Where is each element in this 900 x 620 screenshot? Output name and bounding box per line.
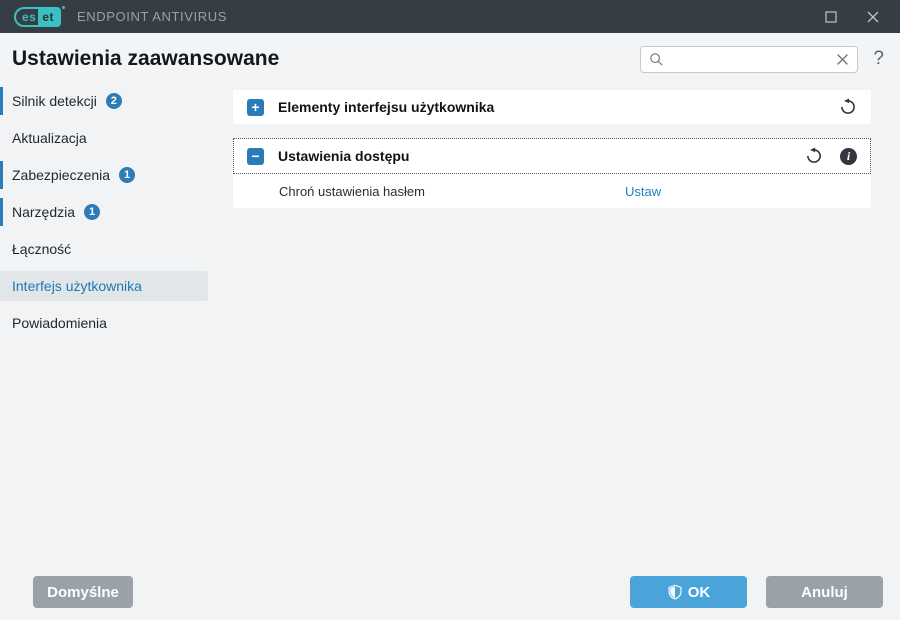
page-body: Silnik detekcji 2 Aktualizacja Zabezpiec… [0, 85, 900, 345]
sidebar-item-narzedzia[interactable]: Narzędzia 1 [0, 197, 208, 227]
sidebar-item-label: Silnik detekcji [12, 93, 97, 109]
defaults-button[interactable]: Domyślne [33, 576, 133, 608]
panel-ustawienia-dostepu: − Ustawienia dostępu i Chroń ustawienia … [233, 138, 871, 208]
setting-label: Chroń ustawienia hasłem [279, 183, 425, 199]
setting-row-password-protect: Chroń ustawienia hasłem Ustaw [233, 174, 871, 208]
sidebar: Silnik detekcji 2 Aktualizacja Zabezpiec… [0, 85, 233, 345]
close-icon [867, 11, 879, 22]
set-password-link[interactable]: Ustaw [625, 184, 661, 199]
sidebar-item-aktualizacja[interactable]: Aktualizacja [0, 123, 208, 153]
sidebar-item-label: Powiadomienia [12, 315, 107, 331]
notification-badge: 2 [105, 93, 122, 109]
ok-button-label: OK [687, 583, 711, 601]
info-icon[interactable]: i [840, 147, 857, 165]
titlebar: es et ENDPOINT ANTIVIRUS [0, 0, 900, 33]
defaults-button-label: Domyślne [47, 583, 119, 601]
eset-logo-et: et [38, 6, 62, 27]
panel-header-elementy-interfejsu[interactable]: + Elementy interfejsu użytkownika [233, 90, 871, 124]
revert-button[interactable] [839, 98, 857, 116]
panel-elementy-interfejsu: + Elementy interfejsu użytkownika [233, 90, 871, 124]
collapse-icon[interactable]: − [247, 147, 264, 165]
panel-title: Elementy interfejsu użytkownika [278, 99, 495, 115]
sidebar-item-label: Aktualizacja [12, 130, 87, 146]
eset-logo: es et [14, 5, 66, 27]
cancel-button-label: Anuluj [801, 583, 848, 601]
panel-actions [839, 98, 857, 116]
maximize-button[interactable] [824, 10, 838, 24]
sidebar-item-label: Narzędzia [12, 204, 76, 220]
sidebar-item-label: Zabezpieczenia [12, 167, 111, 183]
eset-logo-trademark-dot [62, 5, 66, 9]
sidebar-item-label: Łączność [12, 241, 72, 257]
product-name: ENDPOINT ANTIVIRUS [77, 9, 228, 24]
panel-title: Ustawienia dostępu [278, 148, 410, 164]
revert-icon [841, 98, 855, 114]
ok-button[interactable]: OK [630, 576, 747, 608]
notification-badge: 1 [84, 204, 101, 220]
sidebar-item-silnik-detekcji[interactable]: Silnik detekcji 2 [0, 86, 208, 116]
sidebar-item-interfejs-uzytkownika[interactable]: Interfejs użytkownika [0, 271, 208, 301]
search-input[interactable] [668, 51, 833, 67]
main-content: + Elementy interfejsu użytkownika − Usta… [233, 85, 900, 222]
notification-badge: 1 [119, 167, 136, 183]
revert-button[interactable] [805, 147, 823, 165]
page-title: Ustawienia zaawansowane [12, 47, 280, 70]
sidebar-item-powiadomienia[interactable]: Powiadomienia [0, 308, 208, 338]
sidebar-item-zabezpieczenia[interactable]: Zabezpieczenia 1 [0, 160, 208, 190]
clear-icon[interactable] [836, 53, 849, 66]
sidebar-item-label: Interfejs użytkownika [12, 278, 142, 294]
panel-header-ustawienia-dostepu[interactable]: − Ustawienia dostępu i [233, 138, 871, 174]
expand-icon[interactable]: + [247, 98, 264, 116]
revert-icon [807, 147, 821, 163]
panel-actions: i [805, 147, 857, 165]
search-box[interactable] [640, 45, 859, 73]
maximize-icon [825, 10, 837, 23]
cancel-button[interactable]: Anuluj [766, 576, 883, 608]
eset-logo-es: es [14, 6, 39, 27]
close-button[interactable] [866, 10, 880, 24]
uac-shield-icon [668, 584, 682, 600]
sidebar-item-lacznosc[interactable]: Łączność [0, 234, 208, 264]
search-icon [650, 52, 663, 66]
header: Ustawienia zaawansowane ? [0, 33, 900, 85]
help-button[interactable]: ? [873, 48, 884, 70]
window-controls [824, 10, 886, 24]
